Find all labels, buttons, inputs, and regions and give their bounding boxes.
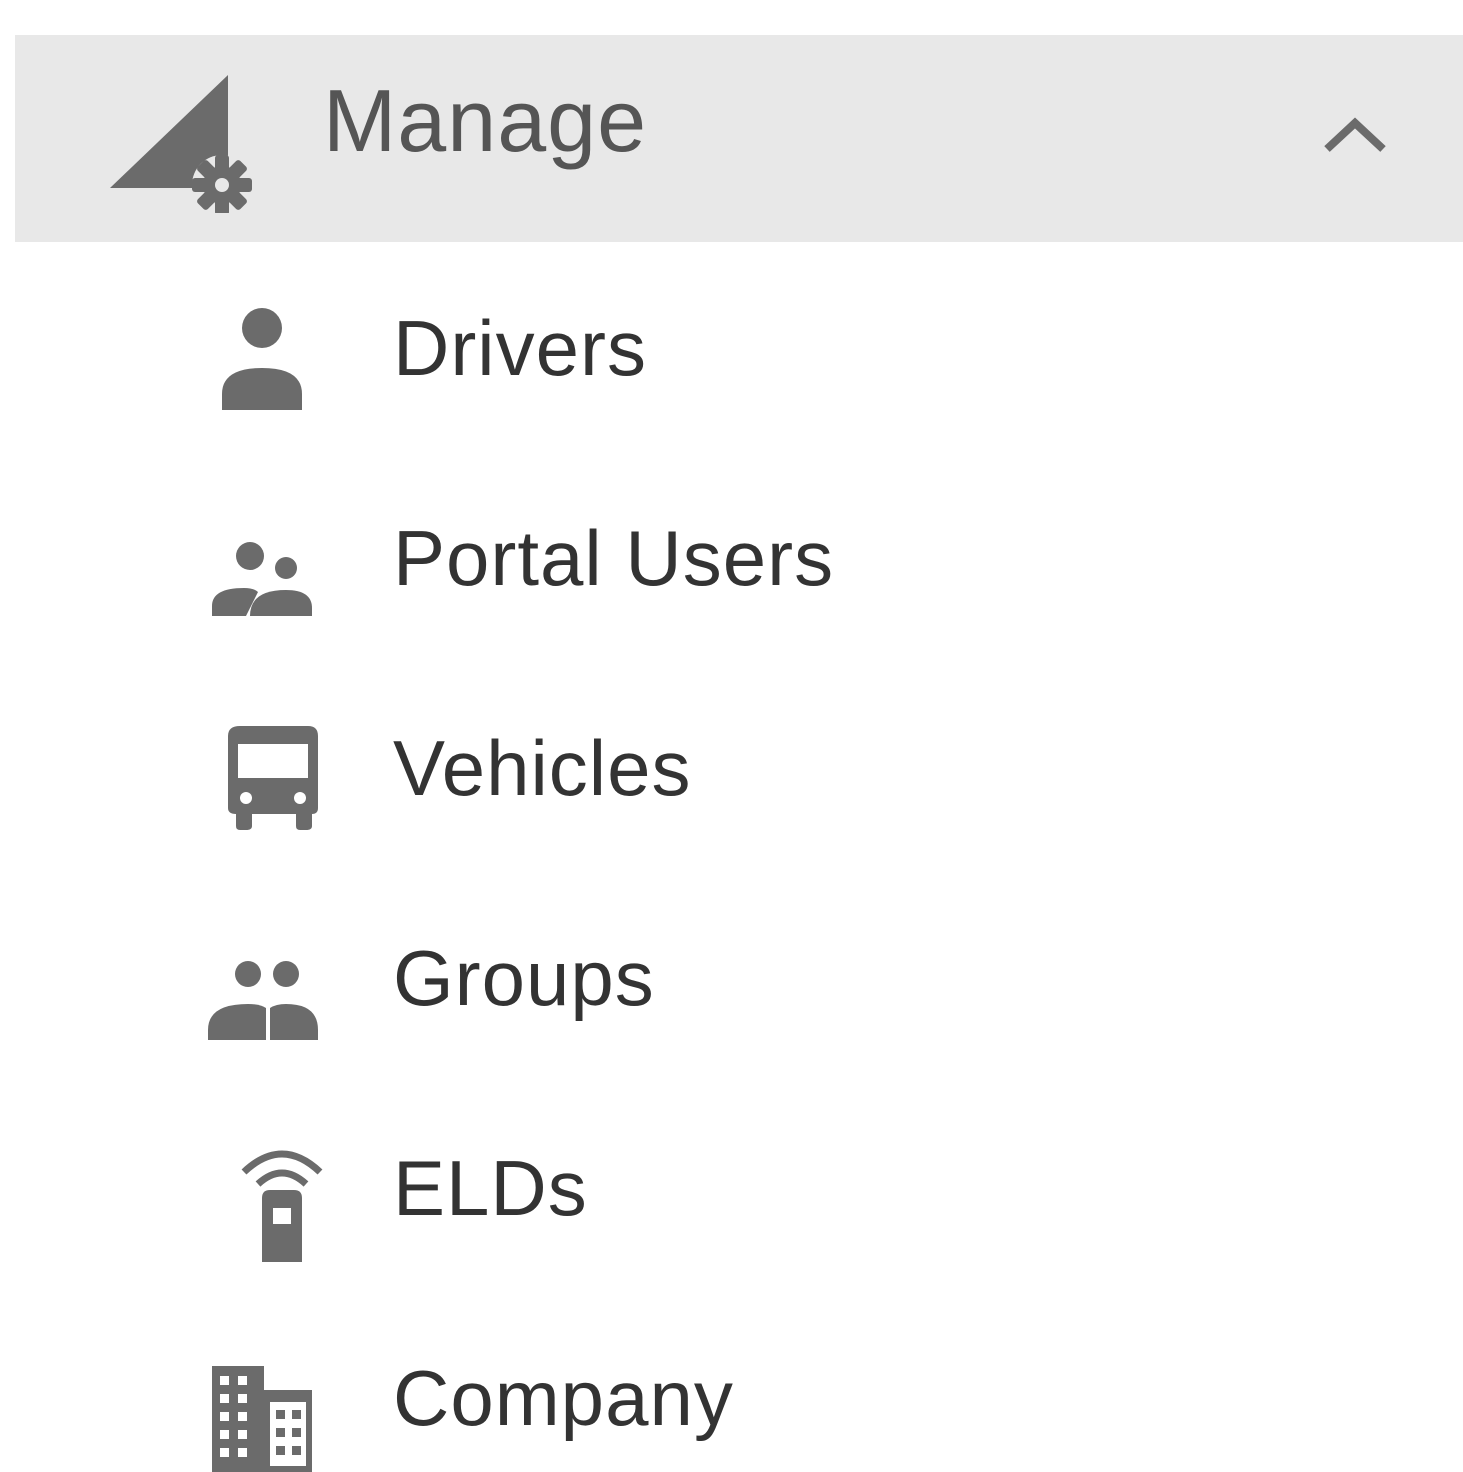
manage-section-title: Manage	[323, 71, 648, 170]
sidebar-item-label: Portal Users	[393, 514, 835, 602]
building-icon	[200, 1348, 324, 1472]
sidebar-item-groups[interactable]: Groups	[180, 908, 1380, 1048]
sidebar-item-label: ELDs	[393, 1144, 588, 1232]
manage-gear-icon	[110, 53, 270, 213]
sidebar-item-elds[interactable]: ELDs	[180, 1118, 1380, 1262]
users-icon	[200, 508, 324, 632]
chevron-up-icon[interactable]	[1315, 105, 1395, 165]
sidebar-item-company[interactable]: Company	[180, 1328, 1380, 1472]
sidebar-item-label: Vehicles	[393, 724, 692, 812]
sidebar-item-portal-users[interactable]: Portal Users	[180, 488, 1380, 628]
person-icon	[200, 298, 324, 422]
sidebar-item-drivers[interactable]: Drivers	[180, 278, 1380, 418]
sidebar-item-label: Drivers	[393, 304, 647, 392]
sidebar-item-label: Company	[393, 1354, 734, 1442]
sidebar-manage-menu: Manage Drivers Portal Users Vehicles Gro…	[0, 0, 1463, 1472]
eld-device-icon	[200, 1138, 324, 1262]
manage-section-header[interactable]: Manage	[15, 35, 1463, 242]
sidebar-item-vehicles[interactable]: Vehicles	[180, 698, 1380, 838]
sidebar-item-label: Groups	[393, 934, 655, 1022]
bus-icon	[200, 718, 324, 842]
group-icon	[200, 928, 324, 1052]
